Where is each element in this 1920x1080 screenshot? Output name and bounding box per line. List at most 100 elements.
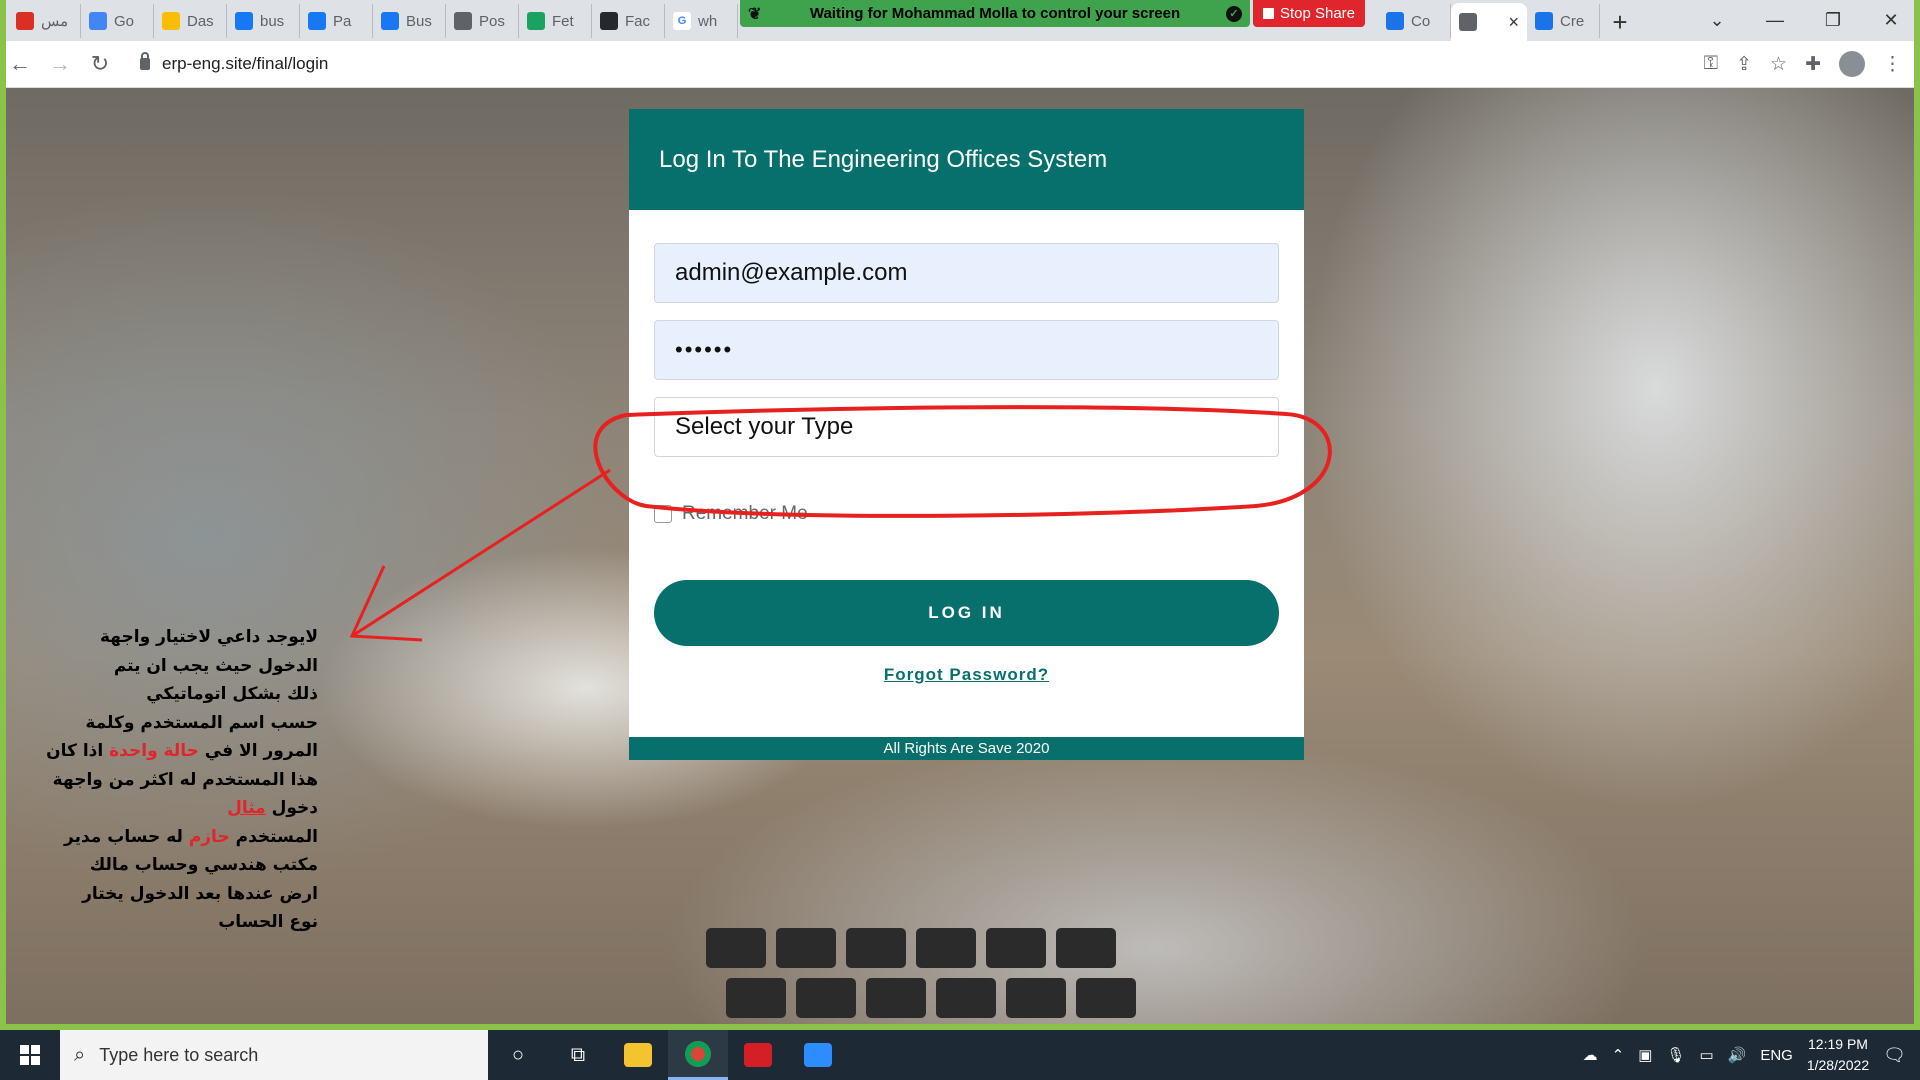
browser-tab-label: Go xyxy=(114,12,135,30)
note-line: المرور الا في حالة واحدة اذا كان xyxy=(46,741,318,761)
notifications-icon[interactable]: 🗨 xyxy=(1883,1045,1906,1066)
browser-tab[interactable]: Bus xyxy=(373,4,446,38)
login-button[interactable]: LOG IN xyxy=(654,580,1279,646)
browser-tab[interactable]: bus xyxy=(227,4,300,38)
chrome-icon[interactable] xyxy=(668,1030,728,1080)
browser-tab[interactable]: Das xyxy=(154,4,227,38)
remember-me-label: Remember Me xyxy=(682,503,808,524)
camera-icon[interactable]: ▣ xyxy=(1638,1046,1652,1064)
forward-button[interactable]: → xyxy=(40,44,80,84)
browser-tab[interactable]: Cre xyxy=(1527,4,1600,38)
browser-tab[interactable]: Go xyxy=(81,4,154,38)
shield-icon: ✓ xyxy=(1226,5,1242,22)
browser-tab-label: Fet xyxy=(552,12,574,30)
stop-share-button[interactable]: Stop Share xyxy=(1253,0,1365,27)
browser-tab[interactable]: Co xyxy=(1378,4,1451,38)
app-icon xyxy=(1535,12,1553,30)
tab-search-icon[interactable]: ⌄ xyxy=(1688,10,1746,31)
browser-tab[interactable]: × xyxy=(1451,3,1527,41)
menu-dots-icon[interactable]: ⋮ xyxy=(1883,53,1902,76)
reload-button[interactable]: ↻ xyxy=(80,44,120,84)
browser-tab-label: Pos xyxy=(479,12,505,30)
system-tray: ☁ ⌃ ▣ 🎙 ▭ 🔊 ENG 12:19 PM 1/28/2022 🗨 xyxy=(1583,1034,1920,1076)
arabic-annotation-note: لايوجد داعي لاختيار واجهة الدخول حيث يجب… xyxy=(36,623,318,937)
browser-tab-label: wh xyxy=(698,12,718,30)
close-tab-icon[interactable]: × xyxy=(1508,12,1519,33)
task-view-icon[interactable]: ⧉ xyxy=(548,1030,608,1080)
facebook-icon xyxy=(308,12,326,30)
browser-tab[interactable]: Gwh xyxy=(665,4,738,38)
file-explorer-icon[interactable] xyxy=(608,1030,668,1080)
google-ads-icon xyxy=(162,12,180,30)
forgot-password-link[interactable]: Forgot Password? xyxy=(629,665,1304,685)
browser-tab-label: Pa xyxy=(333,12,352,30)
stop-icon xyxy=(1262,8,1274,19)
remember-me-checkbox[interactable] xyxy=(654,505,672,523)
zoom-icon[interactable] xyxy=(788,1030,848,1080)
url-text: erp-eng.site/final/login xyxy=(162,54,329,73)
volume-icon[interactable]: 🔊 xyxy=(1728,1046,1747,1064)
taskbar-search[interactable]: ⌕ Type here to search xyxy=(60,1030,488,1080)
battery-icon[interactable]: ▭ xyxy=(1699,1046,1713,1064)
browser-tab-label: Fac xyxy=(625,12,651,30)
red-app-icon xyxy=(16,12,34,30)
note-line: الدخول حيث يجب ان يتم xyxy=(113,655,318,676)
browser-tab[interactable]: Fac xyxy=(592,4,665,38)
facebook-icon xyxy=(381,12,399,30)
cortana-icon[interactable]: ○ xyxy=(488,1030,548,1080)
browser-tab[interactable]: مس xyxy=(8,4,81,38)
browser-tab-label: bus xyxy=(260,12,285,30)
login-footer: All Rights Are Save 2020 xyxy=(629,737,1304,760)
annotation-arrowhead xyxy=(349,565,423,642)
user-type-select[interactable]: Select your Type xyxy=(654,397,1279,457)
bookmark-star-icon[interactable]: ☆ xyxy=(1770,53,1787,76)
clock[interactable]: 12:19 PM 1/28/2022 xyxy=(1807,1034,1869,1076)
onedrive-icon[interactable]: ☁ xyxy=(1583,1046,1598,1064)
app-icon xyxy=(1386,12,1404,30)
keyboard-key xyxy=(936,978,996,1018)
browser-tab[interactable]: Pos xyxy=(446,4,519,38)
new-tab-button[interactable]: + xyxy=(1600,3,1640,41)
google-icon: G xyxy=(673,12,691,30)
window-controls: ⌄ — ❐ ✕ xyxy=(1688,0,1920,41)
browser-tab-label: Das xyxy=(187,12,214,30)
profile-avatar[interactable] xyxy=(1839,51,1865,77)
browser-tab[interactable]: Pa xyxy=(300,4,373,38)
show-hidden-icons[interactable]: ⌃ xyxy=(1612,1046,1625,1064)
note-line: ارض عندها بعد الدخول يختار xyxy=(82,883,318,904)
microphone-icon[interactable]: 🎙 xyxy=(1666,1046,1685,1064)
login-header: Log In To The Engineering Offices System xyxy=(629,109,1304,210)
maximize-button[interactable]: ❐ xyxy=(1804,10,1862,31)
windows-logo-icon xyxy=(20,1045,40,1065)
clock-time: 12:19 PM xyxy=(1808,1036,1868,1052)
share-icon[interactable]: ⇪ xyxy=(1736,53,1752,76)
search-icon: ⌕ xyxy=(74,1043,86,1066)
keyboard-key xyxy=(1056,928,1116,968)
language-indicator[interactable]: ENG xyxy=(1760,1047,1793,1064)
key-icon[interactable]: ⚿ xyxy=(1704,53,1718,75)
keyboard-key xyxy=(726,978,786,1018)
keyboard-key xyxy=(796,978,856,1018)
github-icon xyxy=(600,12,618,30)
page-background: Log In To The Engineering Offices System… xyxy=(6,88,1914,1030)
stop-share-label: Stop Share xyxy=(1279,5,1356,22)
browser-toolbar: ← → ↻ erp-eng.site/final/login ⚿ ⇪ ☆ ✚ ⋮ xyxy=(0,41,1920,88)
browser-tab-label: Cre xyxy=(1560,12,1585,30)
close-window-button[interactable]: ✕ xyxy=(1862,10,1920,31)
browser-tab-label: Co xyxy=(1411,12,1431,30)
start-button[interactable] xyxy=(0,1030,60,1080)
extensions-icon[interactable]: ✚ xyxy=(1805,53,1821,76)
back-button[interactable]: ← xyxy=(0,44,40,84)
anydesk-icon[interactable] xyxy=(728,1030,788,1080)
clock-date: 1/28/2022 xyxy=(1806,1057,1870,1073)
minimize-button[interactable]: — xyxy=(1746,10,1804,31)
remember-me[interactable]: Remember Me xyxy=(654,503,808,525)
keyboard-key xyxy=(1006,978,1066,1018)
email-field[interactable]: admin@example.com xyxy=(654,243,1279,303)
address-bar[interactable]: erp-eng.site/final/login xyxy=(126,46,1692,82)
keyboard-key xyxy=(706,928,766,968)
password-field[interactable]: •••••• xyxy=(654,320,1279,380)
google-translate-icon xyxy=(89,12,107,30)
browser-tab[interactable]: Fet xyxy=(519,4,592,38)
leaf-icon: ❦ xyxy=(748,5,762,23)
